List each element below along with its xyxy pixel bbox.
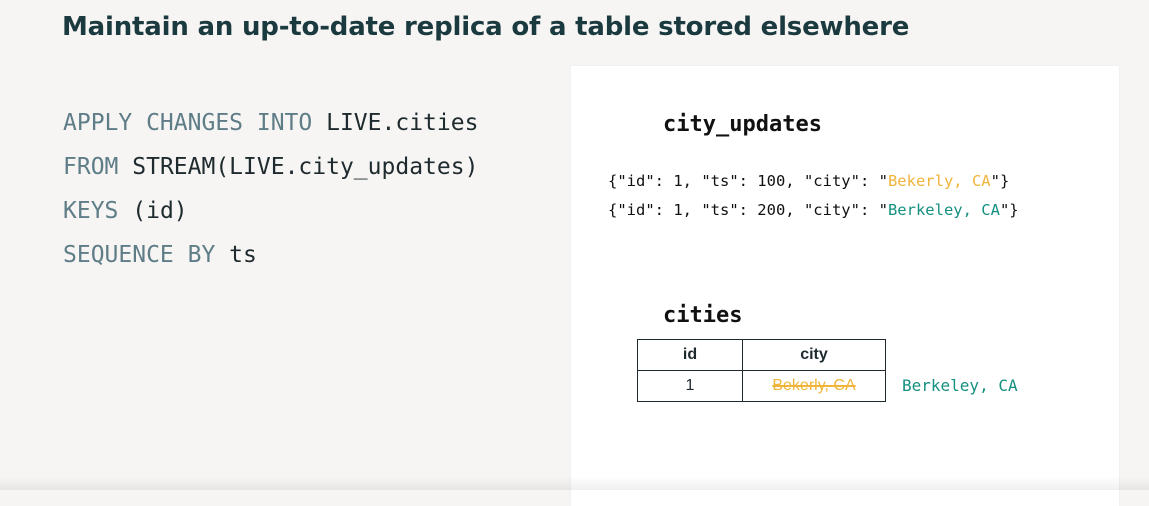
column-header-city: city: [742, 339, 886, 371]
sql-keyword: KEYS: [63, 198, 133, 224]
cities-heading: cities: [663, 303, 743, 328]
sql-identifier: ts: [229, 242, 257, 268]
sql-keyword: SEQUENCE BY: [63, 242, 230, 268]
city-updates-heading: city_updates: [663, 112, 822, 137]
sql-keyword: APPLY CHANGES INTO: [63, 110, 327, 136]
code-line-from: FROM STREAM(LIVE.city_updates): [63, 145, 478, 189]
sql-identifier: STREAM(LIVE.city_updates): [132, 154, 479, 180]
table-header-row: id city: [637, 339, 886, 371]
example-panel: city_updates {"id": 1, "ts": 100, "city"…: [571, 66, 1119, 506]
sql-keyword: FROM: [63, 154, 133, 180]
cities-table: id city 1 Bekerly, CA: [637, 339, 886, 402]
sql-identifier: (id): [132, 198, 188, 224]
table-row: 1 Bekerly, CA: [637, 370, 886, 402]
new-city-value: Berkeley, CA: [887, 201, 1000, 219]
struck-old-city: Bekerly, CA: [772, 377, 856, 394]
column-header-id: id: [637, 339, 743, 371]
cell-city: Bekerly, CA: [742, 370, 886, 402]
code-line-keys: KEYS (id): [63, 189, 478, 233]
code-line-sequence: SEQUENCE BY ts: [63, 233, 478, 277]
cell-id: 1: [637, 370, 743, 402]
update-record: {"id": 1, "ts": 200, "city": "Berkeley, …: [608, 201, 1019, 219]
city-updates-records: {"id": 1, "ts": 100, "city": "Bekerly, C…: [608, 167, 1019, 225]
sql-identifier: LIVE.cities: [326, 110, 479, 136]
sql-code-block: APPLY CHANGES INTO LIVE.cities FROM STRE…: [63, 101, 478, 277]
updated-city-value: Berkeley, CA: [902, 376, 1018, 395]
code-line-apply: APPLY CHANGES INTO LIVE.cities: [63, 101, 478, 145]
update-record: {"id": 1, "ts": 100, "city": "Bekerly, C…: [608, 172, 1010, 190]
old-city-value: Bekerly, CA: [887, 172, 991, 190]
slide-title: Maintain an up-to-date replica of a tabl…: [62, 12, 910, 42]
